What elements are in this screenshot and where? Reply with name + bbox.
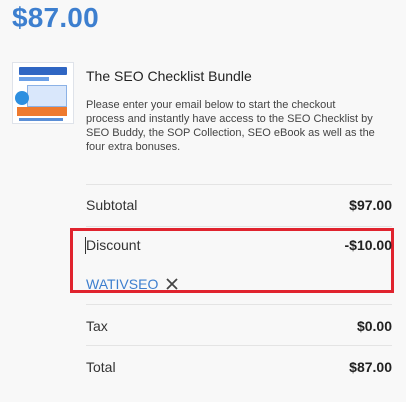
discount-value: -$10.00: [344, 237, 392, 253]
thumbnail-subheader-bar: [19, 77, 49, 81]
total-label: Total: [86, 359, 116, 375]
product-thumbnail: [12, 62, 74, 124]
order-price: $87.00: [12, 2, 99, 33]
tax-label: Tax: [86, 318, 108, 334]
total-value: $87.00: [349, 359, 392, 375]
thumbnail-badge-graphic: [15, 91, 29, 105]
thumbnail-banner-graphic: [17, 107, 67, 116]
divider-discount: [86, 304, 392, 305]
divider-subtotal: [86, 226, 392, 227]
thumbnail-screen-graphic: [27, 85, 67, 107]
subtotal-label: Subtotal: [86, 197, 138, 213]
thumbnail-footer-graphic: [19, 118, 63, 121]
discount-label: Discount: [86, 237, 141, 253]
coupon-code: WATIVSEO: [86, 276, 159, 292]
product-title: The SEO Checklist Bundle: [86, 68, 252, 84]
divider-tax: [86, 345, 392, 346]
close-icon[interactable]: [164, 276, 180, 292]
tax-value: $0.00: [356, 318, 392, 334]
subtotal-value: $97.00: [349, 197, 392, 213]
product-description: Please enter your email below to start t…: [86, 99, 375, 153]
divider-top: [86, 184, 392, 185]
thumbnail-header-bar: [19, 67, 67, 75]
